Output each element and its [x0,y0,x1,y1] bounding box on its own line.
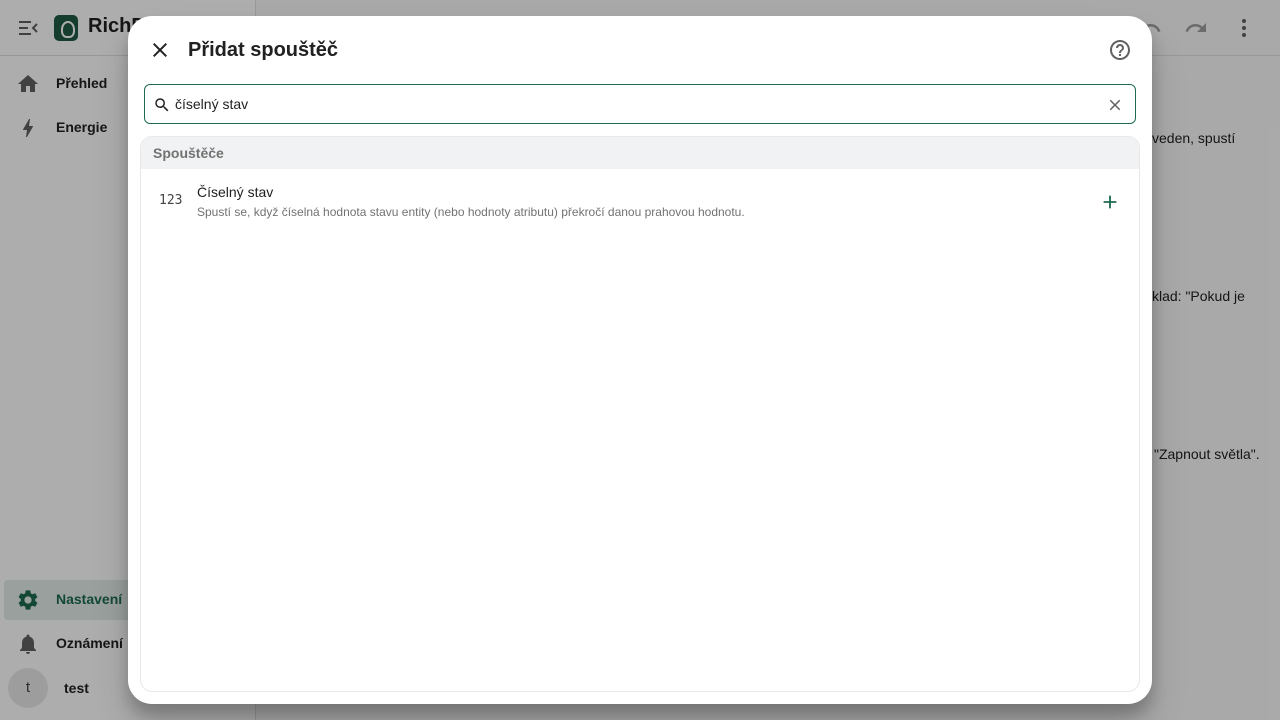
close-icon[interactable] [148,38,172,62]
add-trigger-dialog: Přidat spouštěč Spouštěče 123 Číselný st… [128,16,1152,704]
list-item-title: Číselný stav [197,184,274,200]
list-item-numeric-state[interactable]: 123 Číselný stav Spustí se, když číselná… [141,169,1139,235]
plus-icon[interactable] [1099,191,1121,213]
search-icon [153,96,171,114]
results-list: Spouštěče 123 Číselný stav Spustí se, kd… [140,136,1140,692]
search-input[interactable] [175,93,1095,115]
section-header: Spouštěče [141,137,1139,169]
list-item-description: Spustí se, když číselná hodnota stavu en… [197,205,745,219]
help-circle-icon[interactable] [1108,38,1132,62]
clear-icon[interactable] [1106,96,1124,114]
dialog-title: Přidat spouštěč [188,39,339,61]
numeric-icon: 123 [159,193,183,208]
search-field [144,84,1136,124]
